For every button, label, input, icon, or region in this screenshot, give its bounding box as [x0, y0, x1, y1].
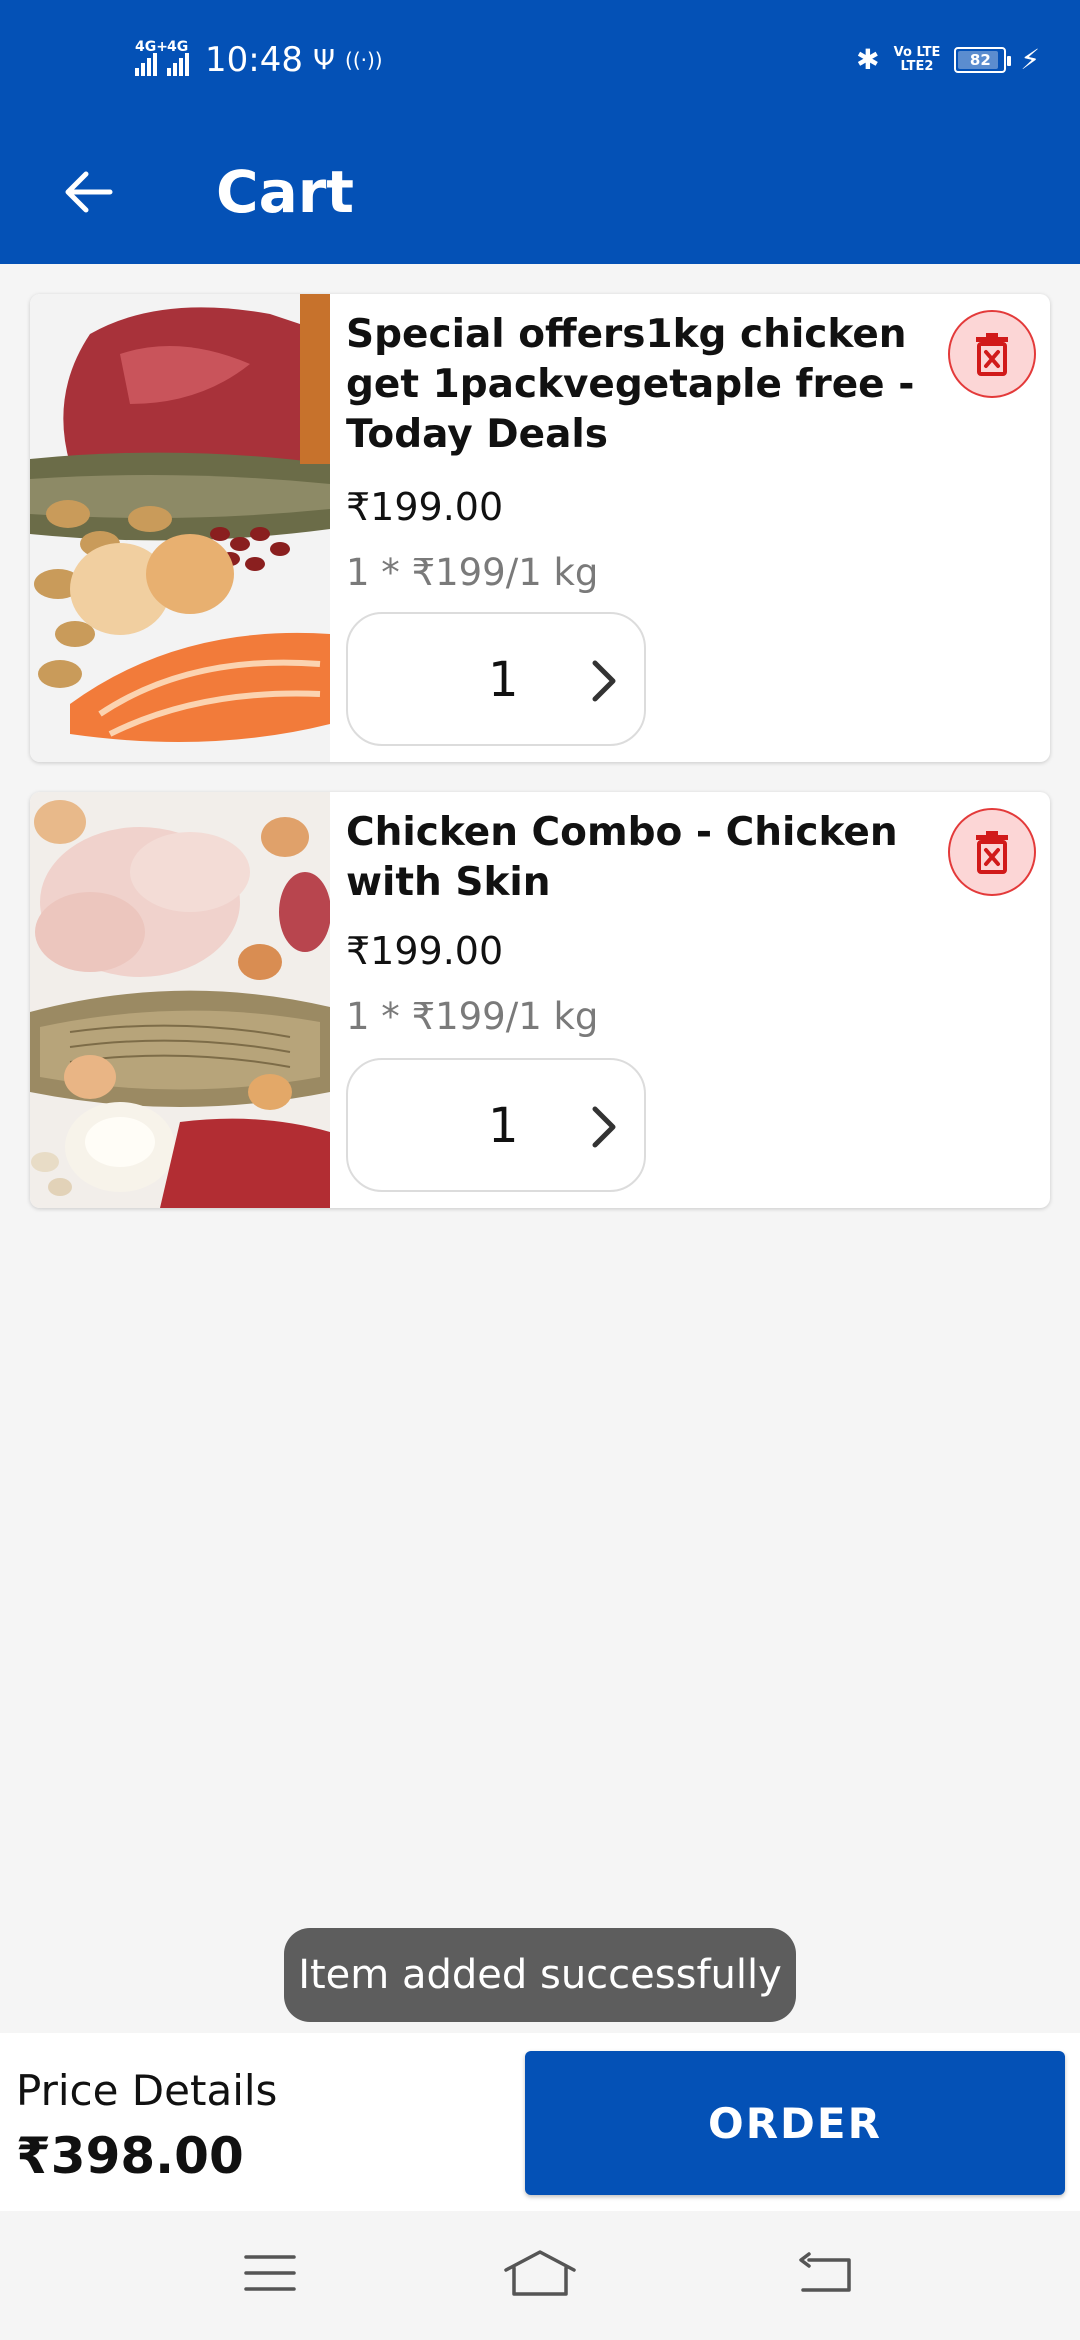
network-type-2: 4G — [167, 39, 189, 55]
nav-menu-button[interactable] — [220, 2233, 320, 2313]
checkout-footer: Price Details ₹398.00 ORDER — [0, 2033, 1080, 2211]
status-bar-left: 4G+ 4G 10:48 Ψ ((·)) — [135, 38, 383, 82]
delete-item-button[interactable] — [948, 310, 1036, 398]
item-price: ₹199.00 — [346, 485, 504, 529]
cart-item: Special offers1kg chicken get 1packveget… — [30, 294, 1050, 762]
cart-item: Chicken Combo - Chicken with Skin ₹199.0… — [30, 792, 1050, 1208]
quantity-value: 1 — [488, 652, 519, 708]
status-bar-right: ✱ Vo LTE LTE2 82 ⚡ — [856, 38, 1040, 82]
battery-level: 82 — [969, 51, 991, 69]
toast-message: Item added successfully — [284, 1928, 796, 2022]
volte-top: Vo LTE — [893, 45, 941, 61]
quantity-stepper[interactable]: 1 — [346, 1058, 646, 1192]
back-icon — [799, 2252, 851, 2292]
nav-back-button[interactable] — [775, 2233, 875, 2313]
page-title: Cart — [216, 158, 355, 226]
volte-bottom: LTE2 — [900, 59, 934, 74]
charging-icon: ⚡ — [1020, 43, 1040, 76]
quantity-stepper[interactable]: 1 — [346, 612, 646, 746]
increase-quantity-button[interactable] — [576, 646, 632, 716]
quantity-value: 1 — [488, 1098, 519, 1154]
price-details-label: Price Details — [16, 2066, 278, 2115]
menu-icon — [244, 2255, 296, 2291]
app-bar: Cart — [0, 120, 1080, 264]
item-name: Chicken Combo - Chicken with Skin — [346, 810, 898, 905]
chicken-fish-eggs-photo — [30, 792, 330, 1208]
item-unit-price: 1 * ₹199/1 kg — [346, 995, 599, 1038]
total-price: ₹398.00 — [16, 2127, 244, 2185]
bluetooth-icon: ✱ — [856, 43, 880, 76]
chevron-right-icon — [592, 660, 616, 702]
product-image — [30, 294, 330, 762]
volte-icon: Vo LTE LTE2 — [894, 46, 941, 73]
usb-icon: Ψ — [312, 43, 336, 76]
order-button[interactable]: ORDER — [525, 2051, 1065, 2195]
trash-icon — [976, 333, 1008, 376]
meat-fish-eggs-photo — [30, 294, 330, 762]
home-icon — [504, 2250, 576, 2296]
delete-item-button[interactable] — [948, 808, 1036, 896]
status-time: 10:48 — [205, 40, 303, 80]
product-image — [30, 792, 330, 1208]
trash-icon — [976, 831, 1008, 874]
signal-1-icon: 4G+ — [135, 40, 168, 76]
signal-2-icon: 4G — [167, 40, 189, 76]
system-nav-bar — [0, 2211, 1080, 2340]
status-bar: 4G+ 4G 10:48 Ψ ((·)) ✱ Vo LTE LTE2 82 ⚡ — [0, 0, 1080, 120]
item-unit-price: 1 * ₹199/1 kg — [346, 551, 599, 594]
increase-quantity-button[interactable] — [576, 1092, 632, 1162]
nav-home-button[interactable] — [490, 2233, 590, 2313]
back-button[interactable] — [48, 152, 128, 232]
battery-icon: 82 — [954, 47, 1012, 73]
item-price: ₹199.00 — [346, 929, 504, 973]
item-name: Special offers1kg chicken get 1packveget… — [346, 312, 915, 457]
network-type-1: 4G+ — [135, 39, 168, 55]
chevron-right-icon — [592, 1106, 616, 1148]
hotspot-icon: ((·)) — [345, 48, 383, 72]
arrow-left-icon — [65, 171, 113, 213]
